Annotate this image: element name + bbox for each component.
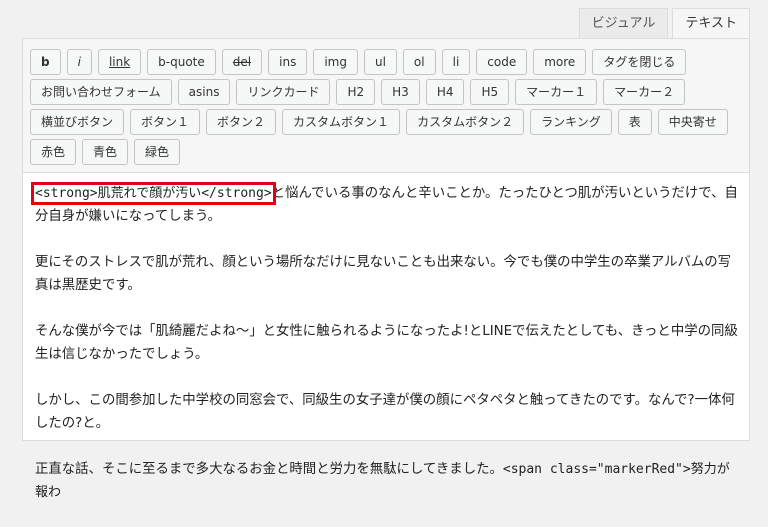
h4-button[interactable]: H4 [425, 79, 465, 105]
tab-visual[interactable]: ビジュアル [578, 8, 669, 38]
close-tags-button[interactable]: タグを閉じる [592, 49, 687, 75]
contact-form-button[interactable]: お問い合わせフォーム [30, 79, 172, 105]
custom-button-1-button[interactable]: カスタムボタン１ [282, 109, 401, 135]
marker-2-button[interactable]: マーカー２ [603, 79, 686, 105]
quicktags-toolbar: b i link b-quote del ins img ul ol li co… [23, 39, 749, 173]
red-color-button[interactable]: 赤色 [30, 139, 77, 165]
table-button[interactable]: 表 [617, 109, 652, 135]
toolbar-row-4: 赤色 青色 緑色 [30, 139, 181, 165]
ins-button[interactable]: ins [268, 49, 308, 75]
editor-tabs: ビジュアル テキスト [578, 8, 750, 38]
del-button[interactable]: del [221, 49, 263, 75]
center-align-button[interactable]: 中央寄せ [657, 109, 728, 135]
img-button[interactable]: img [313, 49, 358, 75]
blue-color-button[interactable]: 青色 [82, 139, 129, 165]
paragraph: 更にそのストレスで肌が荒れ、顔という場所なだけに見ないことも出来ない。今でも僕の… [35, 255, 732, 293]
green-color-button[interactable]: 緑色 [134, 139, 181, 165]
italic-button[interactable]: i [66, 49, 92, 75]
toolbar-row-2: お問い合わせフォーム asins リンクカード H2 H3 H4 H5 マーカー… [30, 79, 686, 105]
blockquote-button[interactable]: b-quote [147, 49, 216, 75]
h3-button[interactable]: H3 [381, 79, 420, 105]
button-2-button[interactable]: ボタン２ [206, 109, 277, 135]
asins-button[interactable]: asins [177, 79, 231, 105]
paragraph: 正直な話、そこに至るまで多大なるお金と時間と労力を無駄にしてきました。<span… [35, 458, 741, 504]
paragraph: そんな僕が今では「肌綺麗だよね〜」と女性に触られるようになったよ!とLINEで伝… [35, 324, 738, 362]
ranking-button[interactable]: ランキング [530, 109, 612, 135]
paragraph: <strong>肌荒れで顔が汚い</strong>と悩んでいる事のなんと辛いこと… [31, 182, 741, 228]
editor-textarea[interactable]: <strong>肌荒れで顔が汚い</strong>と悩んでいる事のなんと辛いこと… [31, 182, 741, 527]
marker-1-button[interactable]: マーカー１ [515, 79, 598, 105]
more-button[interactable]: more [533, 49, 587, 75]
ol-button[interactable]: ol [402, 49, 436, 75]
h2-button[interactable]: H2 [336, 79, 376, 105]
paragraph: しかし、この間参加した中学校の同窓会で、同級生の女子達が僕の顔にペタペタと触って… [35, 393, 735, 431]
li-button[interactable]: li [441, 49, 471, 75]
text-editor: b i link b-quote del ins img ul ol li co… [22, 38, 750, 500]
link-button[interactable]: link [97, 49, 142, 75]
link-card-button[interactable]: リンクカード [236, 79, 331, 105]
toolbar-row-3: 横並びボタン ボタン１ ボタン２ カスタムボタン１ カスタムボタン２ ランキング… [30, 109, 728, 135]
button-1-button[interactable]: ボタン１ [130, 109, 201, 135]
toolbar-row-1: b i link b-quote del ins img ul ol li co… [30, 49, 687, 75]
custom-button-2-button[interactable]: カスタムボタン２ [406, 109, 525, 135]
h5-button[interactable]: H5 [470, 79, 510, 105]
highlighted-strong-tag: <strong>肌荒れで顔が汚い</strong> [31, 182, 276, 205]
bold-button[interactable]: b [30, 49, 61, 75]
ul-button[interactable]: ul [363, 49, 397, 75]
tab-text[interactable]: テキスト [672, 8, 750, 38]
paragraph-text: 正直な話、そこに至るまで多大なるお金と時間と労力を無駄にしてきました。 [35, 462, 503, 477]
code-button[interactable]: code [476, 49, 528, 75]
side-by-side-buttons-button[interactable]: 横並びボタン [30, 109, 125, 135]
